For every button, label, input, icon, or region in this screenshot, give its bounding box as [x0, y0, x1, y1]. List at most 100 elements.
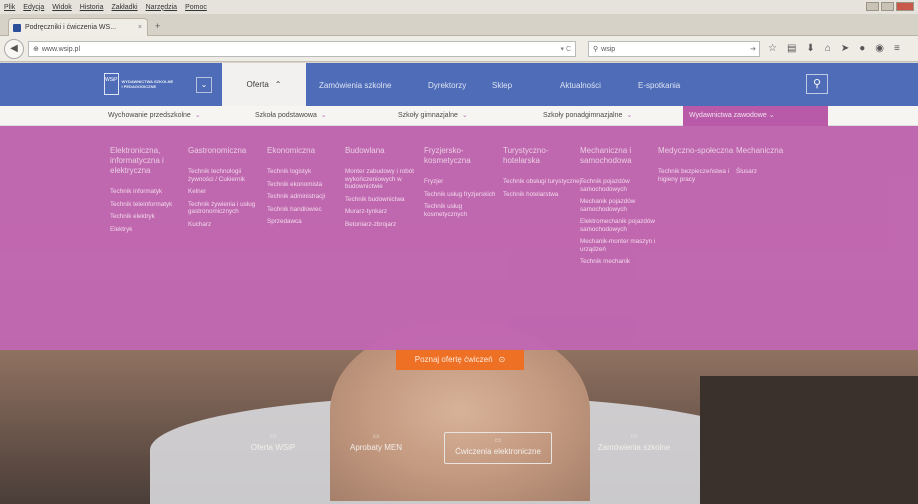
address-bar[interactable]: ⊕ www.wsip.pl ▾ C: [28, 41, 576, 57]
menu-plik[interactable]: Plik: [4, 4, 15, 11]
chevron-up-icon: ⌃: [274, 80, 282, 89]
mega-link[interactable]: Technik informatyk: [110, 188, 190, 196]
mega-link[interactable]: Technik handlowiec: [267, 206, 347, 214]
chevron-down-icon[interactable]: ⌄: [196, 77, 212, 93]
hero-link-cwiczenia-elektroniczne[interactable]: ▭ Ćwiczenia elektroniczne: [444, 432, 552, 464]
category-szkoly-ponadgimnazjalne[interactable]: Szkoły ponadgimnazjalne ⌄: [543, 111, 632, 119]
menu-zakladki[interactable]: Zakładki: [111, 4, 137, 11]
mega-link[interactable]: Fryzjer: [424, 178, 504, 186]
nav-sklep[interactable]: Sklep: [492, 81, 512, 90]
mega-column-heading[interactable]: Mechaniczna: [736, 146, 816, 156]
menu-pomoc[interactable]: Pomoc: [185, 4, 207, 11]
mega-link[interactable]: Elektromechanik pojazdów samochodowych: [580, 218, 660, 233]
nav-zamowienia-szkolne[interactable]: Zamówienia szkolne: [319, 81, 391, 90]
browser-search-field[interactable]: ⚲ wsip ➔: [588, 41, 760, 57]
hero-bottom-nav: ▭ Oferta WSiP ▭ Aprobaty MEN ▭ Ćwiczenia el…: [0, 432, 918, 464]
mega-column-heading[interactable]: Mechaniczna i samochodowa: [580, 146, 660, 166]
mega-column-heading[interactable]: Elektroniczna, informatyczna i elektrycz…: [110, 146, 190, 176]
logo-short: WSiP: [105, 77, 118, 83]
mega-link[interactable]: Mechanik pojazdów samochodowych: [580, 198, 660, 213]
mega-link[interactable]: Ślusarz: [736, 168, 816, 176]
category-wydawnictwa-zawodowe[interactable]: Wydawnictwa zawodowe ⌄: [683, 106, 828, 126]
category-label: Wychowanie przedszkolne: [108, 112, 191, 119]
mega-link[interactable]: Technik budownictwa: [345, 196, 425, 204]
navigation-toolbar: ◀ ⊕ www.wsip.pl ▾ C ⚲ wsip ➔ ☆ ▤ ⬇ ⌂ ➤ ●…: [0, 36, 918, 62]
mega-link[interactable]: Technik usług fryzjerskich: [424, 191, 504, 199]
mega-link[interactable]: Sprzedawca: [267, 218, 347, 226]
search-value: wsip: [601, 45, 616, 53]
mega-link[interactable]: Technik usług kosmetycznych: [424, 203, 504, 218]
mega-column-heading[interactable]: Turystyczno-hotelarska: [503, 146, 583, 166]
site-logo[interactable]: WSiP WYDAWNICTWA SZKOLNE I PEDAGOGICZNE: [104, 71, 174, 97]
mega-column-heading[interactable]: Medyczno-społeczna: [658, 146, 738, 156]
site-search-button[interactable]: ⚲: [806, 74, 828, 94]
addon-icon[interactable]: ●: [859, 43, 865, 54]
sync-icon[interactable]: ◉: [875, 43, 884, 54]
menu-icon[interactable]: ≡: [894, 43, 900, 54]
mega-menu: Elektroniczna, informatyczna i elektrycz…: [0, 126, 918, 350]
nav-aktualnosci[interactable]: Aktualności: [560, 81, 601, 90]
mega-column-heading[interactable]: Ekonomiczna: [267, 146, 347, 156]
minimize-button[interactable]: [866, 2, 879, 11]
close-window-button[interactable]: [896, 2, 914, 11]
mega-column: Budowlana Monter zabudowy i robót wykońc…: [345, 146, 425, 233]
category-bar: Wychowanie przedszkolne ⌄ Szkoła podstawo…: [0, 106, 918, 126]
nav-dyrektorzy[interactable]: Dyrektorzy: [428, 81, 466, 90]
maximize-button[interactable]: [881, 2, 894, 11]
mega-link[interactable]: Technik technologii żywności / Cukiernik: [188, 168, 268, 183]
hero-offer-button[interactable]: Poznaj ofertę ćwiczeń ⊙: [396, 348, 524, 370]
mega-column: Fryzjersko-kosmetyczna Fryzjer Technik u…: [424, 146, 504, 223]
mega-link[interactable]: Technik pojazdów samochodowych: [580, 178, 660, 193]
mega-link[interactable]: Murarz-tynkarz: [345, 208, 425, 216]
mega-link[interactable]: Technik obsługi turystycznej: [503, 178, 583, 186]
mega-link[interactable]: Technik elektryk: [110, 213, 190, 221]
url-text: www.wsip.pl: [41, 45, 80, 53]
menu-edycja[interactable]: Edycja: [23, 4, 44, 11]
reload-icon[interactable]: ▾ C: [560, 45, 571, 53]
mega-link[interactable]: Elektryk: [110, 226, 190, 234]
mega-column-heading[interactable]: Budowlana: [345, 146, 425, 156]
browser-tab[interactable]: Podręczniki i ćwiczenia WS... ×: [8, 18, 148, 36]
back-button[interactable]: ◀: [4, 39, 24, 59]
go-arrow-icon[interactable]: ➔: [750, 45, 756, 53]
hero-link-label: Zamówienia szkolne: [597, 443, 671, 452]
globe-icon: ⊕: [33, 46, 39, 53]
menu-widok[interactable]: Widok: [52, 4, 71, 11]
send-icon[interactable]: ➤: [841, 43, 849, 54]
hero-link-label: Aprobaty MEN: [349, 443, 403, 452]
mega-link[interactable]: Technik logistyk: [267, 168, 347, 176]
mega-link[interactable]: Betoniarz-zbrojarz: [345, 221, 425, 229]
mega-link[interactable]: Kucharz: [188, 221, 268, 229]
mega-link[interactable]: Mechanik-monter maszyn i urządzeń: [580, 238, 660, 253]
mega-link[interactable]: Technik bezpieczeństwa i higieny pracy: [658, 168, 738, 183]
new-tab-button[interactable]: +: [155, 21, 160, 31]
tab-title: Podręczniki i ćwiczenia WS...: [25, 24, 117, 31]
mega-link[interactable]: Technik teleinformatyk: [110, 201, 190, 209]
mega-link[interactable]: Technik żywienia i usług gastronomicznyc…: [188, 201, 268, 216]
mega-column-heading[interactable]: Gastronomiczna: [188, 146, 268, 156]
nav-e-spotkania[interactable]: E-spotkania: [638, 81, 680, 90]
mega-link[interactable]: Technik hotelarstwa: [503, 191, 583, 199]
mega-link[interactable]: Kelner: [188, 188, 268, 196]
menu-historia[interactable]: Historia: [80, 4, 104, 11]
mega-column: Mechaniczna Ślusarz: [736, 146, 816, 181]
mega-column: Mechaniczna i samochodowa Technik pojazd…: [580, 146, 660, 271]
nav-oferta[interactable]: Oferta ⌃: [222, 63, 306, 106]
bookmarks-icon[interactable]: ▤: [787, 43, 796, 54]
home-icon[interactable]: ⌂: [825, 43, 831, 54]
hero-link-aprobaty-men[interactable]: ▭ Aprobaty MEN: [328, 432, 424, 464]
download-icon[interactable]: ⬇: [806, 43, 814, 54]
category-wychowanie-przedszkolne[interactable]: Wychowanie przedszkolne ⌄: [108, 111, 201, 119]
category-szkola-podstawowa[interactable]: Szkoła podstawowa ⌄: [255, 111, 327, 119]
star-icon[interactable]: ☆: [768, 43, 777, 54]
category-szkoly-gimnazjalne[interactable]: Szkoły gimnazjalne ⌄: [398, 111, 468, 119]
mega-link[interactable]: Monter zabudowy i robót wykończeniowych …: [345, 168, 425, 191]
menu-narzedzia[interactable]: Narzędzia: [146, 4, 178, 11]
tab-close-icon[interactable]: ×: [138, 24, 142, 31]
hero-link-zamowienia-szkolne[interactable]: ▭ Zamówienia szkolne: [584, 432, 684, 464]
hero-link-oferta-wsip[interactable]: ▭ Oferta WSiP: [225, 432, 321, 464]
mega-link[interactable]: Technik ekonomista: [267, 181, 347, 189]
mega-column-heading[interactable]: Fryzjersko-kosmetyczna: [424, 146, 504, 166]
mega-link[interactable]: Technik mechanik: [580, 258, 660, 266]
mega-link[interactable]: Technik administracji: [267, 193, 347, 201]
